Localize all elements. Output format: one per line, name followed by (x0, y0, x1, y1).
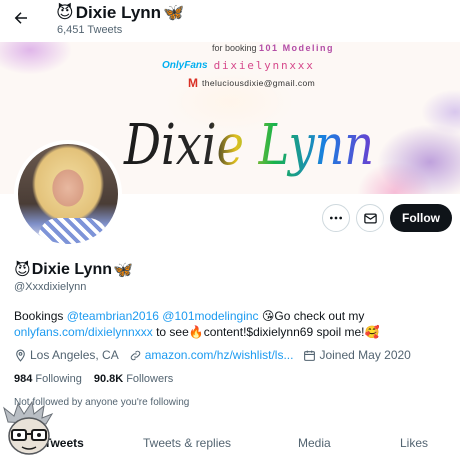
profile-header: 😈 Dixie Lynn 🦋 6,451 Tweets (0, 0, 460, 42)
banner-script-text: Dixie Lynn (123, 113, 374, 178)
joined-date: Joined May 2020 (303, 348, 411, 362)
followers-count: 90.8K (93, 373, 124, 385)
bio-text: Bookings (14, 309, 67, 323)
location-text: Los Angeles, CA (30, 348, 119, 362)
avatar-dress (38, 218, 108, 244)
joined-text: Joined May 2020 (319, 348, 411, 362)
smiling-imp-emoji-icon: 😈 (14, 262, 31, 279)
follow-button[interactable]: Follow (390, 204, 452, 232)
banner-email-text: theluciousdixie@gmail.com (202, 78, 316, 88)
website[interactable]: amazon.com/hz/wishlist/ls... (129, 348, 294, 362)
profile-name-text: Dixie Lynn (31, 261, 112, 278)
follow-counts: 984 Following 90.8K Followers (14, 373, 173, 385)
followers-link[interactable]: 90.8K Followers (94, 373, 173, 385)
profile-meta: Los Angeles, CA amazon.com/hz/wishlist/l… (14, 348, 454, 362)
bio-text: 😘Go check out my (258, 309, 365, 323)
header-name: Dixie Lynn (75, 3, 162, 22)
tweet-count: 6,451 Tweets (57, 24, 123, 36)
more-dots-icon (330, 216, 342, 220)
calendar-icon (304, 350, 316, 361)
tab-media[interactable]: Media (298, 426, 331, 460)
profile-bio: Bookings @teambrian2016 @101modelinginc … (14, 308, 454, 340)
envelope-icon (363, 213, 377, 223)
mention-link[interactable]: @teambrian2016 (67, 309, 159, 323)
bio-text: to see🔥content!$dixielynn69 spoil me!🥰 (152, 325, 380, 339)
banner-onlyfans-handle: dixielynnxxx (213, 59, 315, 72)
banner-booking: for booking 101 Modeling (212, 43, 334, 53)
following-link[interactable]: 984 Following (14, 373, 82, 385)
back-button[interactable] (8, 5, 34, 31)
header-title: 😈 Dixie Lynn 🦋 (56, 3, 184, 23)
website-link[interactable]: amazon.com/hz/wishlist/ls... (145, 348, 294, 362)
banner-booking-agency: 101 Modeling (259, 43, 335, 53)
mention-link[interactable]: @101modelinginc (162, 309, 258, 323)
banner-email: M theluciousdixie@gmail.com (188, 76, 315, 90)
more-button[interactable] (322, 204, 350, 232)
message-button[interactable] (356, 204, 384, 232)
profile-name: 😈 Dixie Lynn 🦋 (14, 260, 133, 280)
onlyfans-logo: OnlyFans (162, 60, 208, 71)
butterfly-emoji-icon: 🦋 (113, 262, 133, 279)
profile-tabs: Tweets Tweets & replies Media Likes (0, 426, 460, 460)
following-count: 984 (14, 373, 33, 385)
location-pin-icon (16, 349, 25, 362)
tab-tweets-replies[interactable]: Tweets & replies (143, 426, 231, 460)
banner-script-logo: Dixie Lynn (123, 113, 374, 178)
banner-booking-prefix: for booking (212, 43, 257, 53)
gmail-icon: M (188, 76, 198, 90)
profile-handle: @Xxxdixielynn (14, 281, 87, 293)
avatar[interactable] (14, 140, 122, 248)
following-label: Following (35, 373, 82, 385)
arrow-left-icon (14, 12, 27, 24)
butterfly-emoji-icon: 🦋 (163, 3, 185, 22)
link-icon (130, 350, 140, 360)
onlyfans-link[interactable]: onlyfans.com/dixielynnxxx (14, 325, 153, 339)
mascot-watermark-icon (3, 400, 54, 455)
tab-likes[interactable]: Likes (400, 426, 428, 460)
smiling-imp-emoji-icon: 😈 (56, 3, 74, 22)
location: Los Angeles, CA (14, 348, 119, 362)
followers-label: Followers (126, 373, 174, 385)
banner-onlyfans: OnlyFans dixielynnxxx (162, 59, 315, 72)
